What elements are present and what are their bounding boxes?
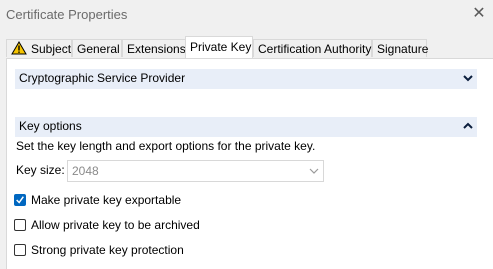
tab-subject[interactable]: Subject bbox=[6, 39, 72, 57]
tab-certification-authority[interactable]: Certification Authority bbox=[253, 39, 372, 57]
tab-label: Subject bbox=[31, 42, 72, 56]
tab-strip: Subject General Extensions Private Key C… bbox=[6, 36, 493, 58]
checkbox-box[interactable] bbox=[14, 194, 26, 206]
tab-extensions[interactable]: Extensions bbox=[122, 39, 186, 57]
tab-label: Certification Authority bbox=[258, 42, 372, 56]
key-size-value: 2048 bbox=[72, 164, 99, 178]
window-title: Certificate Properties bbox=[6, 7, 128, 22]
checkbox-box[interactable] bbox=[14, 244, 26, 256]
tab-label: Signature bbox=[377, 42, 429, 56]
tab-general[interactable]: General bbox=[72, 39, 122, 57]
tab-private-key[interactable]: Private Key bbox=[185, 36, 253, 58]
tab-label: Private Key bbox=[190, 40, 252, 54]
key-options-section-header[interactable]: Key options bbox=[15, 117, 477, 137]
key-options-description: Set the key length and export options fo… bbox=[16, 139, 316, 153]
section-title: Key options bbox=[19, 119, 82, 133]
tab-panel: Cryptographic Service Provider Key optio… bbox=[6, 58, 493, 269]
tab-signature[interactable]: Signature bbox=[372, 39, 429, 57]
key-size-dropdown[interactable]: 2048 bbox=[67, 160, 324, 182]
chevron-up-icon[interactable] bbox=[463, 119, 473, 133]
chevron-down-icon[interactable] bbox=[463, 71, 473, 85]
checkmark-icon bbox=[16, 196, 24, 204]
close-icon[interactable]: ✕ bbox=[471, 4, 487, 24]
tab-label: Extensions bbox=[127, 42, 186, 56]
checkbox-label: Make private key exportable bbox=[31, 193, 182, 207]
key-size-label: Key size: bbox=[16, 163, 65, 177]
chevron-down-icon bbox=[309, 168, 319, 174]
csp-section-header[interactable]: Cryptographic Service Provider bbox=[15, 69, 477, 89]
tab-label: General bbox=[77, 42, 120, 56]
checkbox-box[interactable] bbox=[14, 219, 26, 231]
checkbox-label: Allow private key to be archived bbox=[31, 218, 200, 232]
checkbox-label: Strong private key protection bbox=[31, 243, 184, 257]
warning-icon bbox=[11, 41, 27, 55]
section-title: Cryptographic Service Provider bbox=[19, 71, 186, 85]
title-bar: Certificate Properties ✕ bbox=[0, 0, 493, 30]
